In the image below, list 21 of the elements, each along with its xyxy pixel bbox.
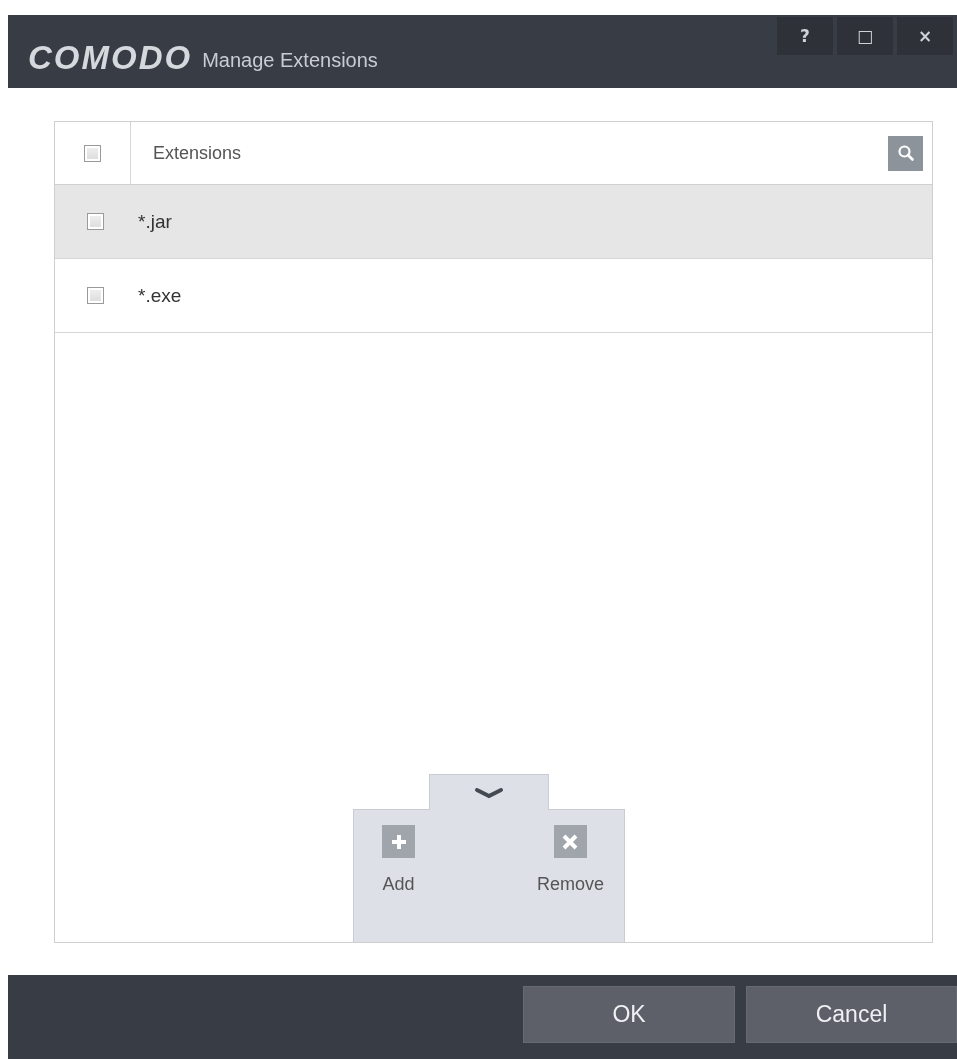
row-checkbox[interactable] [86, 287, 104, 304]
table-row[interactable]: *.jar [55, 185, 932, 259]
maximize-button[interactable]: □ [837, 17, 893, 55]
table-cell: *.exe [138, 284, 182, 307]
ok-button[interactable]: OK [523, 985, 735, 1043]
column-header: Extensions [153, 142, 243, 164]
x-icon [562, 833, 579, 850]
cancel-button[interactable]: Cancel [746, 985, 957, 1043]
add-button[interactable]: Add [382, 825, 415, 913]
plus-icon [390, 833, 407, 850]
select-all-checkbox[interactable] [84, 144, 101, 162]
help-button[interactable]: ? [777, 17, 833, 55]
remove-button[interactable]: Remove [536, 825, 604, 913]
window-title: Manage Extensions [202, 49, 378, 72]
search-icon[interactable] [888, 135, 923, 171]
table-cell: *.jar [138, 210, 172, 233]
row-checkbox[interactable] [86, 213, 104, 230]
collapse-tab[interactable] [429, 774, 549, 810]
logo: COMODO [28, 38, 193, 77]
close-button[interactable]: × [897, 17, 953, 55]
chevron-down-icon [474, 786, 504, 799]
